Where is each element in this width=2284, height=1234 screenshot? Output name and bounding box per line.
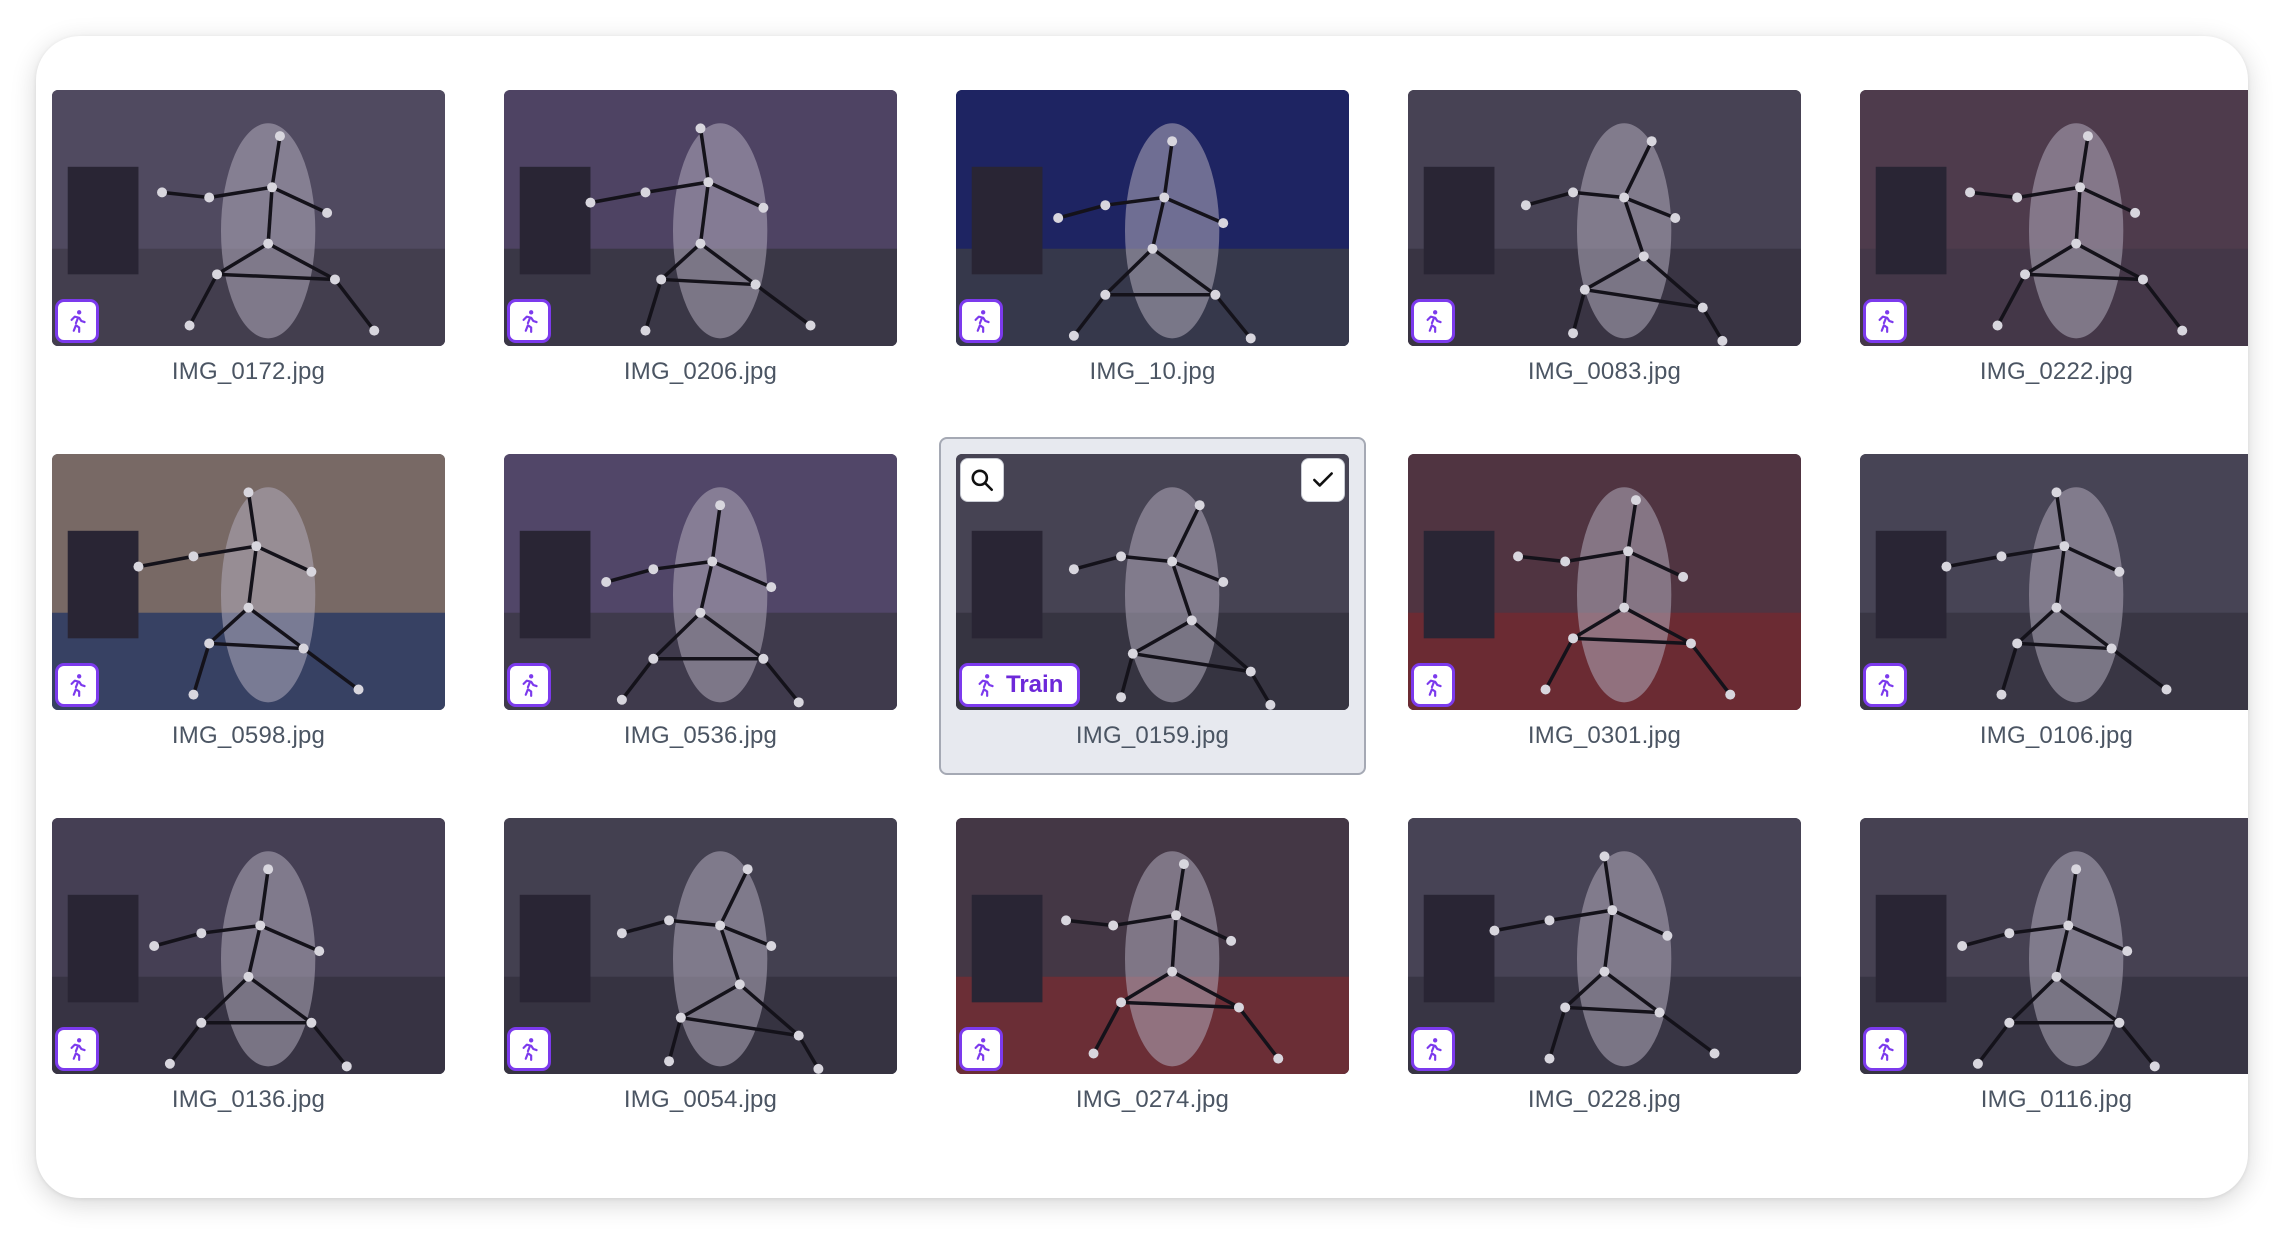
image-filename: IMG_0274.jpg	[1075, 1086, 1230, 1113]
image-filename: IMG_0228.jpg	[1527, 1086, 1682, 1113]
image-filename: IMG_0222.jpg	[1979, 358, 2134, 385]
zoom-button[interactable]	[960, 458, 1004, 502]
thumbnail-image[interactable]	[504, 90, 897, 346]
pose-icon	[1872, 308, 1898, 334]
thumbnail-image[interactable]	[1408, 454, 1801, 710]
image-filename: IMG_0172.jpg	[171, 358, 326, 385]
pose-annotation-badge[interactable]	[1863, 663, 1907, 707]
pose-icon	[516, 308, 542, 334]
thumbnail-image[interactable]	[956, 818, 1349, 1074]
pose-annotation-badge[interactable]	[507, 663, 551, 707]
thumbnail-dim-overlay	[1408, 818, 1801, 1074]
gallery-tile[interactable]: IMG_0136.jpg	[52, 818, 445, 1113]
image-filename: IMG_0083.jpg	[1527, 358, 1682, 385]
magnifier-icon	[971, 469, 994, 492]
pose-icon	[64, 1036, 90, 1062]
pose-annotation-badge[interactable]	[55, 299, 99, 343]
thumbnail-image[interactable]	[1860, 818, 2248, 1074]
gallery-tile[interactable]: IMG_0054.jpg	[504, 818, 897, 1113]
image-grid: IMG_038.jpg IMG_0149.jpg IMG_0236.jpg IM…	[36, 36, 2248, 1113]
image-filename: IMG_0598.jpg	[171, 722, 326, 749]
thumbnail-dim-overlay	[1860, 454, 2248, 710]
gallery-tile[interactable]: IMG_0598.jpg	[52, 454, 445, 749]
train-label: Train	[1006, 671, 1064, 698]
thumbnail-image[interactable]	[1860, 90, 2248, 346]
thumbnail-dim-overlay	[504, 90, 897, 346]
pose-annotation-badge[interactable]	[1863, 1027, 1907, 1071]
gallery-tile[interactable]: IMG_0301.jpg	[1408, 454, 1801, 749]
pose-icon	[968, 308, 994, 334]
pose-annotation-badge[interactable]	[1863, 299, 1907, 343]
thumbnail-image[interactable]: Train	[956, 454, 1349, 710]
pose-icon	[1420, 672, 1446, 698]
pose-icon	[972, 672, 998, 698]
thumbnail-image[interactable]	[52, 454, 445, 710]
thumbnail-dim-overlay	[52, 90, 445, 346]
gallery-tile[interactable]: IMG_0172.jpg	[52, 90, 445, 385]
pose-annotation-badge[interactable]	[1411, 299, 1455, 343]
thumbnail-image[interactable]	[1408, 818, 1801, 1074]
thumbnail-image[interactable]	[52, 818, 445, 1074]
pose-annotation-badge[interactable]	[1411, 663, 1455, 707]
thumbnail-dim-overlay	[504, 818, 897, 1074]
pose-icon	[64, 308, 90, 334]
thumbnail-dim-overlay	[956, 818, 1349, 1074]
pose-annotation-badge[interactable]	[55, 663, 99, 707]
pose-icon	[968, 1036, 994, 1062]
gallery-tile[interactable]: IMG_0274.jpg	[956, 818, 1349, 1113]
thumbnail-image[interactable]	[956, 90, 1349, 346]
gallery-tile[interactable]: IMG_0116.jpg	[1860, 818, 2248, 1113]
thumbnail-image[interactable]	[1860, 454, 2248, 710]
pose-icon	[516, 1036, 542, 1062]
pose-annotation-badge[interactable]	[959, 1027, 1003, 1071]
pose-icon	[1420, 1036, 1446, 1062]
thumbnail-dim-overlay	[956, 90, 1349, 346]
image-filename: IMG_0106.jpg	[1979, 722, 2134, 749]
image-filename: IMG_0536.jpg	[623, 722, 778, 749]
thumbnail-dim-overlay	[52, 454, 445, 710]
image-filename: IMG_0054.jpg	[623, 1086, 778, 1113]
pose-annotation-badge[interactable]	[55, 1027, 99, 1071]
thumbnail-image[interactable]	[504, 454, 897, 710]
image-filename: IMG_0301.jpg	[1527, 722, 1682, 749]
thumbnail-image[interactable]	[1408, 90, 1801, 346]
pose-annotation-badge[interactable]	[507, 299, 551, 343]
gallery-tile[interactable]: IMG_0222.jpg	[1860, 90, 2248, 385]
pose-icon	[516, 672, 542, 698]
thumbnail-dim-overlay	[504, 454, 897, 710]
image-gallery-panel: IMG_038.jpg IMG_0149.jpg IMG_0236.jpg IM…	[36, 36, 2248, 1198]
pose-icon	[1872, 672, 1898, 698]
gallery-tile[interactable]: IMG_0106.jpg	[1860, 454, 2248, 749]
image-filename: IMG_0206.jpg	[623, 358, 778, 385]
thumbnail-dim-overlay	[1408, 454, 1801, 710]
pose-icon	[64, 672, 90, 698]
train-split-tag[interactable]: Train	[959, 663, 1081, 707]
thumbnail-dim-overlay	[52, 818, 445, 1074]
thumbnail-dim-overlay	[1860, 818, 2248, 1074]
pose-annotation-badge[interactable]	[959, 299, 1003, 343]
image-filename: IMG_0116.jpg	[1980, 1086, 2133, 1113]
gallery-tile[interactable]: IMG_0536.jpg	[504, 454, 897, 749]
pose-icon	[1872, 1036, 1898, 1062]
pose-icon	[1420, 308, 1446, 334]
thumbnail-image[interactable]	[504, 818, 897, 1074]
thumbnail-dim-overlay	[1860, 90, 2248, 346]
pose-annotation-badge[interactable]	[507, 1027, 551, 1071]
thumbnail-image[interactable]	[52, 90, 445, 346]
gallery-tile[interactable]: IMG_10.jpg	[956, 90, 1349, 385]
gallery-tile[interactable]: IMG_0083.jpg	[1408, 90, 1801, 385]
checkmark-icon	[1313, 472, 1333, 487]
select-checkbox[interactable]	[1301, 458, 1345, 502]
gallery-tile[interactable]: IMG_0228.jpg	[1408, 818, 1801, 1113]
pose-annotation-badge[interactable]	[1411, 1027, 1455, 1071]
thumbnail-dim-overlay	[1408, 90, 1801, 346]
gallery-tile[interactable]: IMG_0206.jpg	[504, 90, 897, 385]
gallery-tile[interactable]: Train IMG_0159.jpg	[939, 437, 1366, 775]
image-filename: IMG_10.jpg	[1089, 358, 1216, 385]
image-filename: IMG_0136.jpg	[171, 1086, 326, 1113]
image-filename: IMG_0159.jpg	[1075, 722, 1230, 749]
